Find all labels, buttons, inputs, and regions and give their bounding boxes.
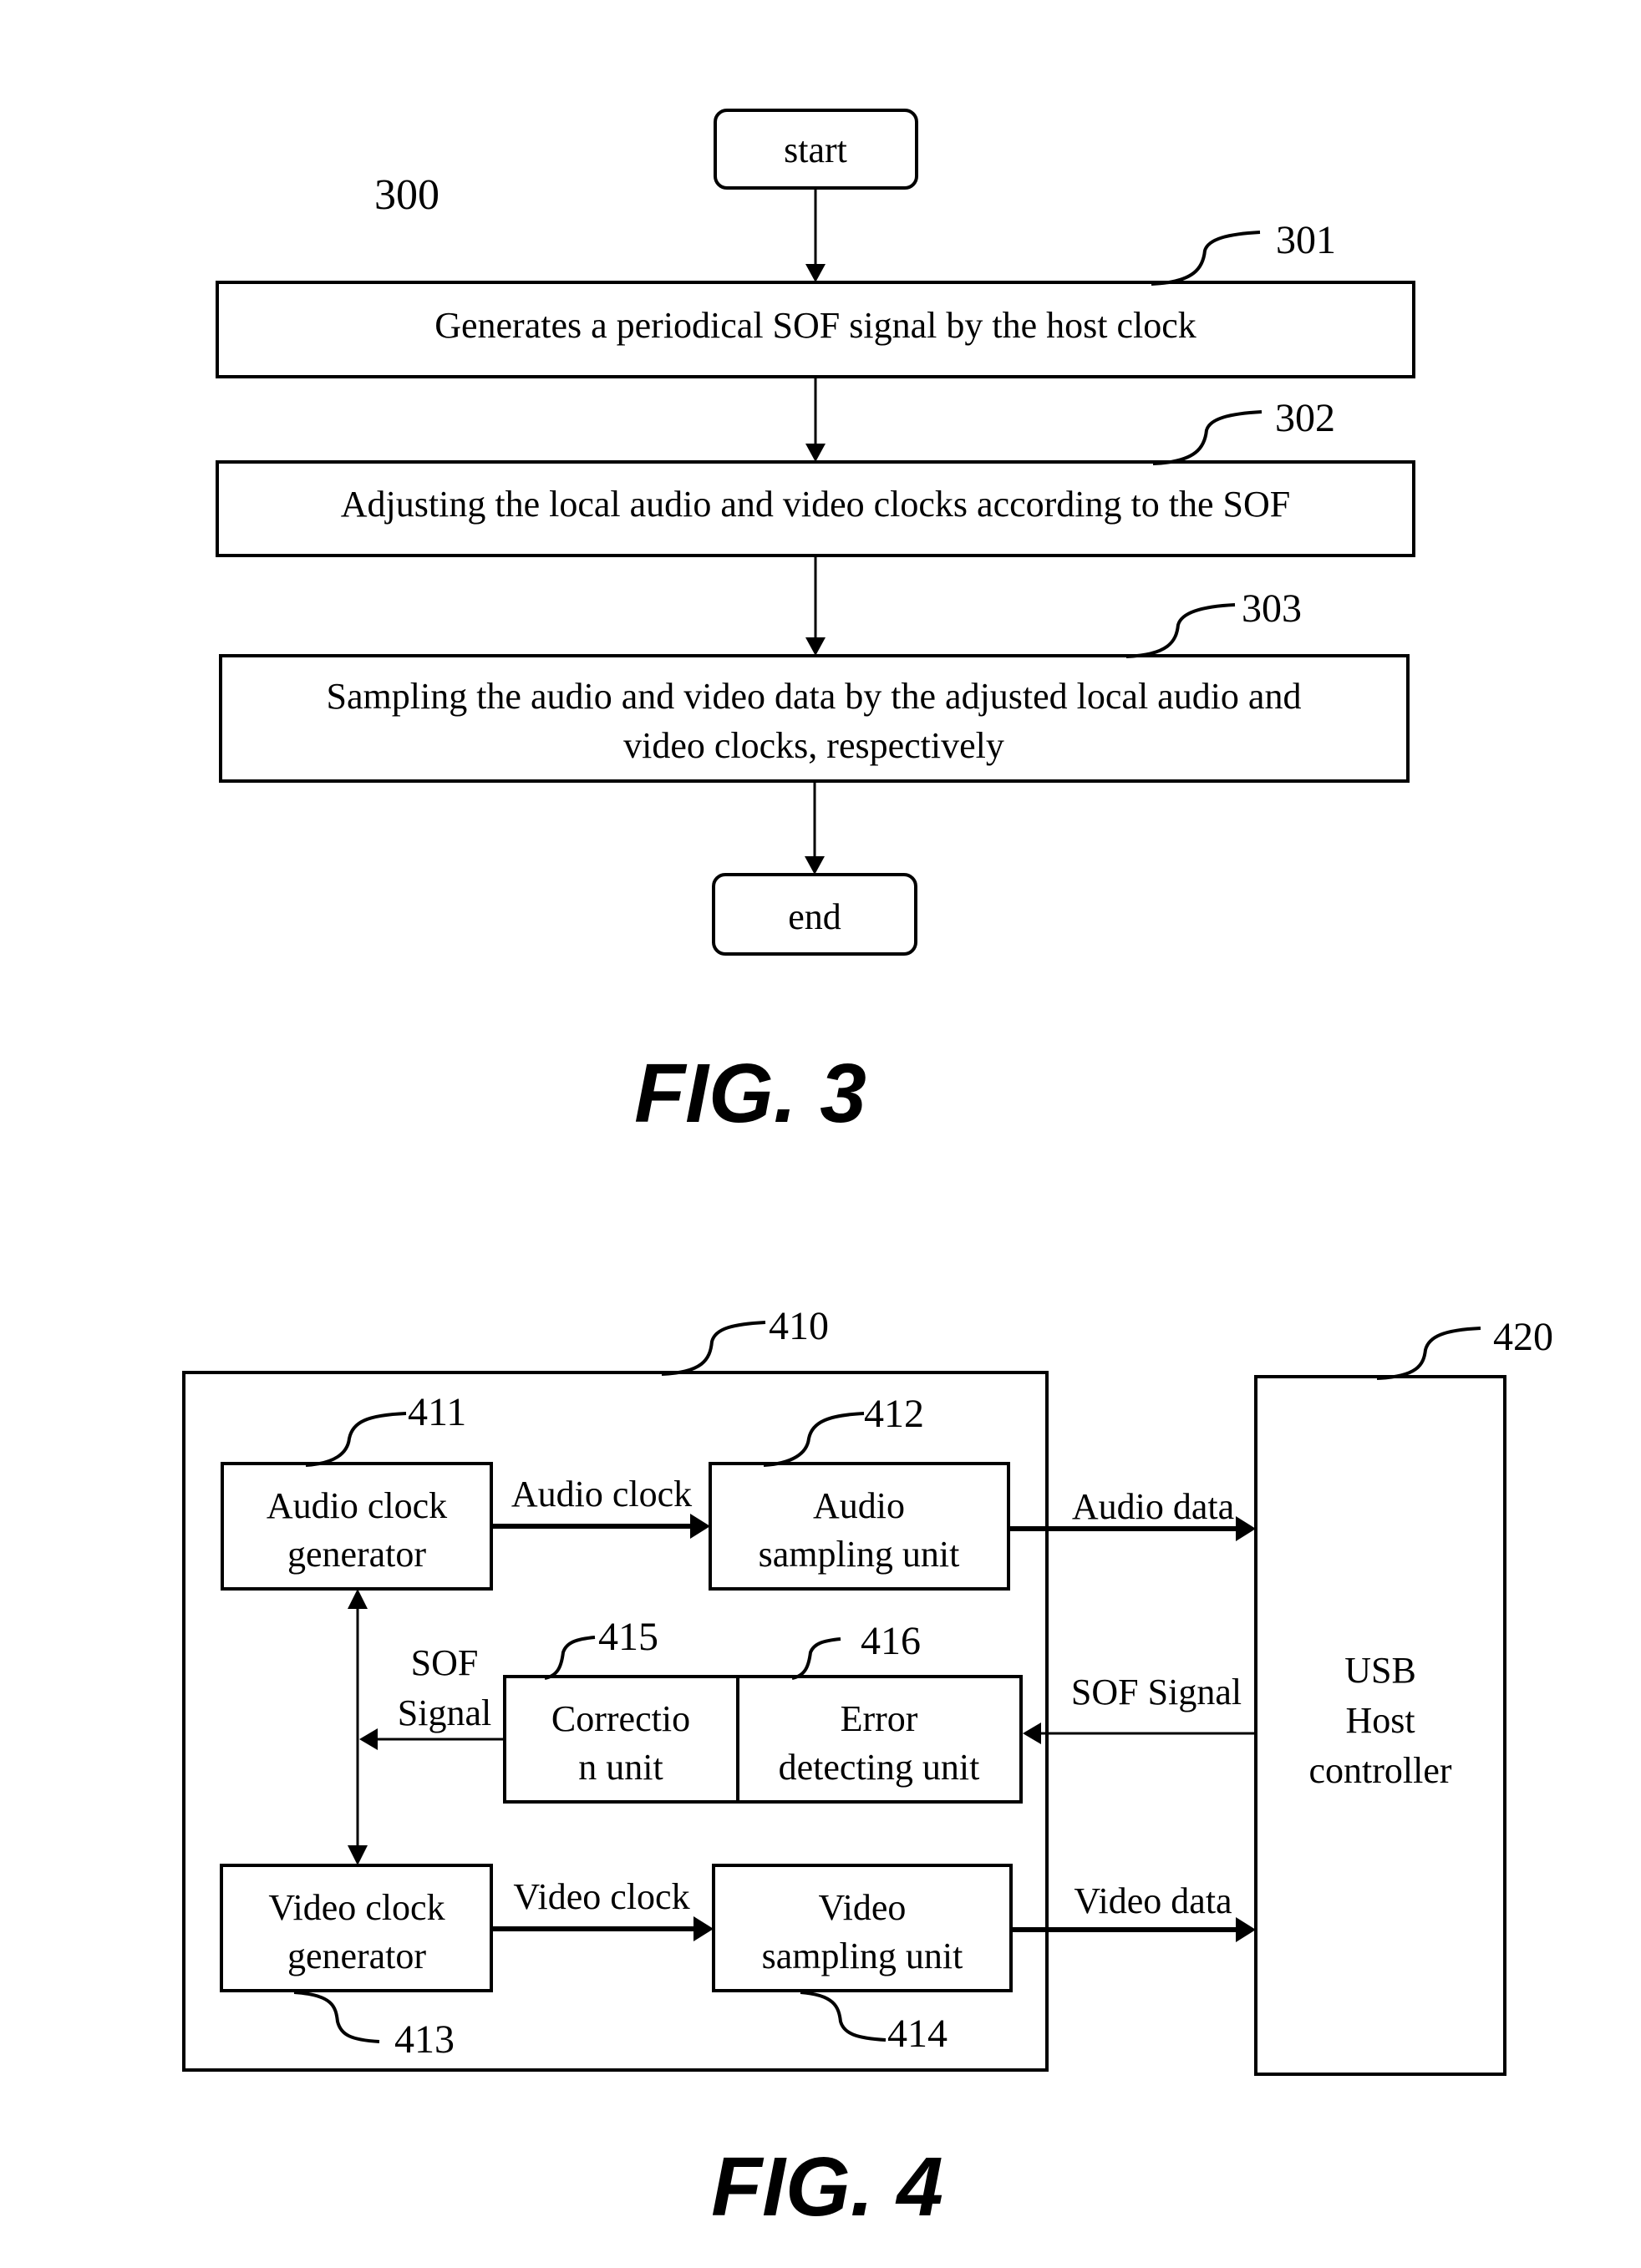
audio-clock-label: Audio clock <box>511 1474 692 1515</box>
start-label: start <box>784 129 847 170</box>
usb-host-line-1: USB <box>1344 1650 1416 1691</box>
arrow-303-to-end <box>805 781 825 875</box>
sof-signal-output-label-line-2: Signal <box>398 1692 491 1733</box>
audio-sampling-unit-ref: 412 <box>864 1392 924 1436</box>
arrowhead-icon <box>1236 1516 1256 1541</box>
arrowhead-icon <box>805 856 825 875</box>
figure-4: 410 USB Host controller 420 Audio clock … <box>182 1304 1553 2234</box>
error-detecting-unit-ref: 416 <box>861 1619 921 1663</box>
arrow-start-to-301 <box>805 188 826 282</box>
figure-3-caption: FIG. 3 <box>634 1047 866 1140</box>
step-301-ref: 301 <box>1276 218 1336 262</box>
step-302-leader-line <box>1152 410 1263 465</box>
step-303-ref: 303 <box>1242 586 1302 631</box>
device-410-ref: 410 <box>769 1304 829 1348</box>
audio-sampling-unit-line-2: sampling unit <box>759 1534 960 1575</box>
video-clock-generator-line-1: Video clock <box>268 1887 445 1928</box>
error-detecting-unit-line-1: Error <box>841 1698 918 1739</box>
arrowhead-icon <box>805 264 826 282</box>
figure-3-ref-number: 300 <box>374 171 439 219</box>
sof-signal-input-label: SOF Signal <box>1071 1672 1242 1712</box>
video-clock-generator-ref: 413 <box>394 2017 455 2062</box>
step-303-leader-line <box>1125 603 1236 658</box>
figure-4-caption: FIG. 4 <box>711 2140 943 2234</box>
sof-signal-input: SOF Signal <box>1023 1672 1256 1744</box>
audio-clock-generator-line-1: Audio clock <box>267 1485 447 1526</box>
figure-3: 300 start Generates a periodical SOF sig… <box>216 109 1415 1140</box>
audio-sampling-unit-line-1: Audio <box>813 1485 905 1526</box>
step-301-leader-line <box>1151 231 1261 286</box>
usb-host-controller-420: USB Host controller 420 <box>1254 1315 1553 2076</box>
video-sampling-unit-line-1: Video <box>819 1887 907 1928</box>
usb-host-ref: 420 <box>1493 1315 1553 1359</box>
arrow-301-to-302 <box>805 377 826 462</box>
arrowhead-icon <box>805 637 826 656</box>
sof-signal-output-label-line-1: SOF <box>411 1642 479 1683</box>
video-clock-label: Video clock <box>513 1876 689 1917</box>
end-terminal: end <box>712 873 917 956</box>
end-label: end <box>788 896 841 937</box>
usb-host-line-3: controller <box>1308 1750 1451 1791</box>
correction-unit-ref: 415 <box>598 1615 658 1659</box>
patent-figures-canvas: 300 start Generates a periodical SOF sig… <box>182 109 1553 2234</box>
arrowhead-icon <box>805 444 826 462</box>
step-302-ref: 302 <box>1275 396 1335 440</box>
step-303-text-line-1: Sampling the audio and video data by the… <box>327 676 1302 717</box>
arrow-302-to-303 <box>805 556 826 656</box>
video-data-label: Video data <box>1074 1880 1232 1921</box>
audio-data-label: Audio data <box>1072 1486 1234 1527</box>
video-sampling-unit-line-2: sampling unit <box>762 1936 963 1976</box>
step-303-text-line-2: video clocks, respectively <box>623 725 1004 766</box>
correction-unit-line-1: Correctio <box>551 1698 690 1739</box>
usb-host-line-2: Host <box>1345 1700 1415 1741</box>
video-clock-generator-line-2: generator <box>287 1936 426 1976</box>
arrowhead-icon <box>1236 1917 1256 1942</box>
usb-host-leader-line <box>1376 1327 1481 1380</box>
video-sampling-unit-ref: 414 <box>887 2012 948 2056</box>
step-302-text: Adjusting the local audio and video cloc… <box>341 484 1290 525</box>
error-detecting-unit-line-2: detecting unit <box>779 1747 980 1788</box>
step-301-text: Generates a periodical SOF signal by the… <box>434 305 1196 346</box>
audio-clock-generator-line-2: generator <box>287 1534 426 1575</box>
audio-clock-generator-ref: 411 <box>408 1390 466 1434</box>
start-terminal: start <box>714 109 918 190</box>
device-410-leader-line <box>661 1321 766 1376</box>
correction-unit-line-2: n unit <box>578 1747 663 1788</box>
